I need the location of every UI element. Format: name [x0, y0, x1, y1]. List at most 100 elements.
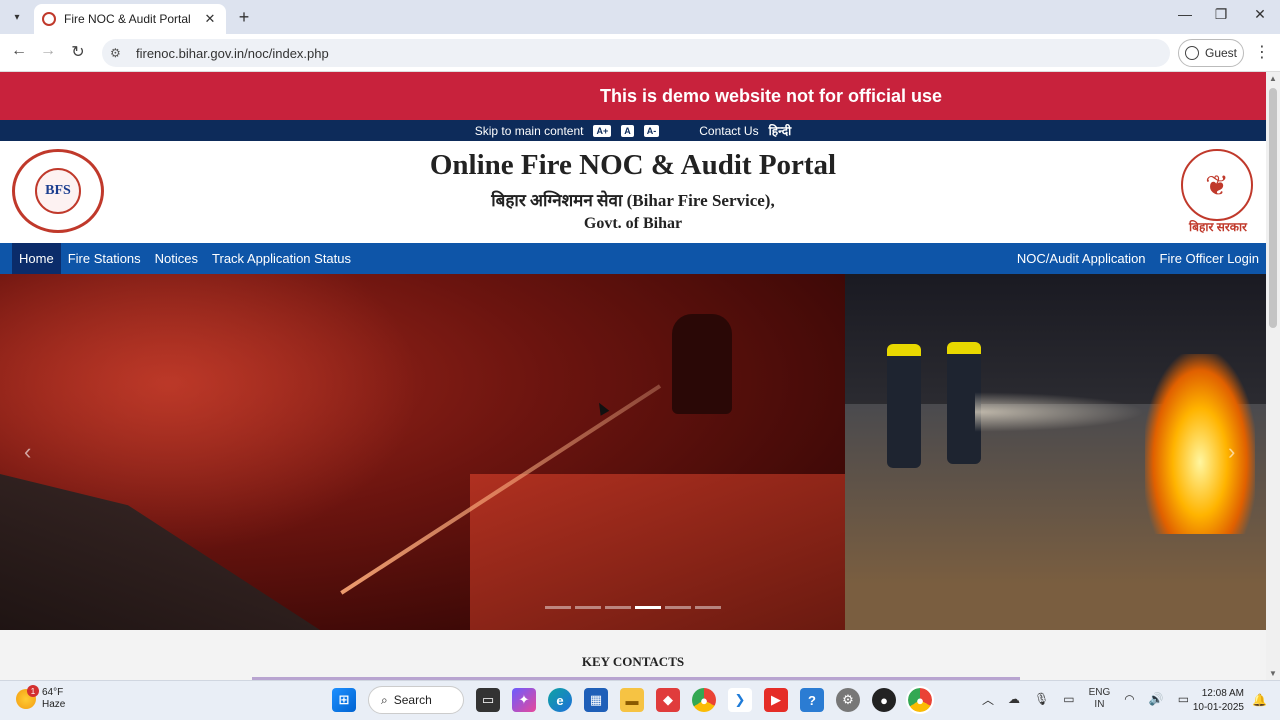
clock-date: 10-01-2025: [1192, 702, 1244, 713]
minimize-button[interactable]: —: [1170, 6, 1200, 22]
portal-title: Online Fire NOC & Audit Portal: [429, 149, 837, 181]
anydesk-icon[interactable]: ◆: [656, 688, 680, 712]
notification-bell-icon[interactable]: 🔔: [1252, 693, 1267, 707]
scroll-up-icon[interactable]: ▲: [1269, 74, 1277, 83]
forward-button[interactable]: →: [37, 42, 59, 60]
help-icon[interactable]: ?: [800, 688, 824, 712]
vscode-icon[interactable]: ❯: [728, 688, 752, 712]
bihar-sarkar-label: बिहार सरकार: [1189, 220, 1247, 234]
carousel-indicator[interactable]: [695, 606, 721, 609]
back-button[interactable]: ←: [8, 42, 30, 60]
wifi-icon[interactable]: ◠: [1124, 692, 1134, 706]
carousel-indicator[interactable]: [665, 606, 691, 609]
weather-temp: 64°F: [42, 687, 64, 698]
firefighting-photo-night: [0, 274, 845, 630]
tab-title: Fire NOC & Audit Portal: [64, 12, 191, 26]
portal-subtitle: बिहार अग्निशमन सेवा (Bihar Fire Service)…: [491, 191, 775, 210]
scroll-down-icon[interactable]: ▼: [1269, 669, 1277, 678]
weather-desc: Haze: [42, 699, 66, 710]
search-icon: ⌕: [381, 692, 388, 707]
browser-tab[interactable]: Fire NOC & Audit Portal ✕: [34, 4, 226, 34]
task-view-icon[interactable]: ▭: [476, 688, 500, 712]
main-navbar: Home Fire Stations Notices Track Applica…: [0, 243, 1266, 274]
chrome-active-icon[interactable]: ●: [906, 686, 934, 714]
site-info-icon[interactable]: ⚙: [110, 46, 130, 60]
tray-overflow-icon[interactable]: ︿: [982, 691, 994, 708]
new-tab-button[interactable]: +: [234, 7, 254, 28]
hero-carousel[interactable]: ‹ ›: [0, 274, 1266, 630]
copilot-icon[interactable]: ✦: [512, 688, 536, 712]
nav-notices[interactable]: Notices: [148, 243, 205, 274]
url-text: firenoc.bihar.gov.in/noc/index.php: [136, 45, 329, 61]
accessibility-bar: Skip to main content A+ A A- Contact Us …: [0, 120, 1266, 141]
browser-tab-bar: ▾ Fire NOC & Audit Portal ✕ + — ❐ ✕: [0, 0, 1280, 34]
fire-flames: [1145, 354, 1255, 534]
tab-close-icon[interactable]: ✕: [202, 11, 218, 27]
taskbar-search[interactable]: ⌕ Search: [368, 686, 464, 714]
restore-button[interactable]: ❐: [1206, 6, 1236, 23]
water-spray: [975, 392, 1145, 432]
github-icon[interactable]: ●: [872, 688, 896, 712]
carousel-prev-icon[interactable]: ‹: [24, 439, 31, 465]
carousel-indicator[interactable]: [575, 606, 601, 609]
youtube-icon[interactable]: ▶: [764, 688, 788, 712]
nav-fire-stations[interactable]: Fire Stations: [61, 243, 148, 274]
settings-gear-icon[interactable]: ⚙: [836, 688, 860, 712]
nav-track-application[interactable]: Track Application Status: [205, 243, 358, 274]
page-viewport: This is demo website not for official us…: [0, 72, 1266, 680]
weather-text: 64°F Haze: [42, 687, 65, 711]
notification-badge: 1: [27, 685, 39, 697]
window-close-button[interactable]: ✕: [1245, 6, 1275, 23]
font-increase-button[interactable]: A+: [593, 124, 612, 137]
carousel-next-icon[interactable]: ›: [1228, 439, 1235, 465]
firefighter-figure: [887, 344, 921, 468]
lang-line2: IN: [1094, 699, 1105, 710]
chrome-icon[interactable]: ●: [692, 688, 716, 712]
store-icon[interactable]: ▦: [584, 688, 608, 712]
scrollbar-thumb[interactable]: [1269, 88, 1277, 328]
nav-fire-officer-login[interactable]: Fire Officer Login: [1153, 243, 1266, 274]
font-normal-button[interactable]: A: [621, 124, 634, 137]
taskbar-clock[interactable]: 12:08 AM 10-01-2025: [1188, 687, 1244, 715]
site-header: BFS Online Fire NOC & Audit Portal बिहार…: [0, 141, 1266, 243]
firefighter-silhouette: [672, 314, 732, 414]
url-input[interactable]: ⚙ firenoc.bihar.gov.in/noc/index.php: [102, 39, 1170, 67]
profile-button[interactable]: Guest: [1178, 39, 1244, 67]
profile-label: Guest: [1204, 46, 1237, 60]
search-label: Search: [393, 693, 432, 707]
windows-start-icon[interactable]: ⊞: [332, 688, 356, 712]
tab-search-icon[interactable]: ▾: [6, 7, 28, 27]
language-indicator[interactable]: ENG IN: [1089, 687, 1111, 711]
tree-emblem-icon: ❦: [1205, 169, 1229, 201]
keyboard-icon[interactable]: ▭: [1063, 692, 1074, 706]
contact-us-link[interactable]: Contact Us: [699, 124, 758, 138]
system-tray: ︿ ☁ 🎙 ▭ ENG IN ◠ 🔊 ▭: [982, 687, 1189, 711]
carousel-indicator-active[interactable]: [635, 606, 661, 609]
edge-icon[interactable]: e: [548, 688, 572, 712]
nav-home[interactable]: Home: [12, 243, 61, 274]
carousel-indicator[interactable]: [545, 606, 571, 609]
profile-avatar-icon: [1184, 46, 1199, 60]
demo-banner: This is demo website not for official us…: [0, 72, 1266, 120]
firefighting-photo-street: [845, 274, 1266, 630]
nav-noc-audit-application[interactable]: NOC/Audit Application: [1010, 243, 1153, 274]
font-decrease-button[interactable]: A-: [643, 124, 660, 137]
onedrive-icon[interactable]: ☁: [1008, 692, 1020, 706]
clock-time: 12:08 AM: [1201, 688, 1244, 699]
page-scrollbar[interactable]: ▲ ▼: [1266, 72, 1280, 680]
file-explorer-icon[interactable]: ▬: [620, 688, 644, 712]
volume-icon[interactable]: 🔊: [1149, 692, 1164, 706]
carousel-indicator[interactable]: [605, 606, 631, 609]
microphone-icon[interactable]: 🎙: [1034, 692, 1049, 706]
reload-button[interactable]: ↻: [67, 42, 89, 62]
address-bar: ← → ↻ ⚙ firenoc.bihar.gov.in/noc/index.p…: [0, 34, 1280, 72]
weather-widget[interactable]: 1 64°F Haze: [16, 685, 65, 711]
bihar-government-logo[interactable]: ❦: [1181, 149, 1253, 221]
site-favicon-icon: [42, 12, 56, 26]
browser-menu-icon[interactable]: ⋮: [1254, 42, 1270, 62]
key-contacts-heading: KEY CONTACTS: [581, 654, 685, 669]
skip-to-content-link[interactable]: Skip to main content: [475, 124, 584, 138]
hindi-language-link[interactable]: हिन्दी: [769, 122, 792, 139]
lang-line1: ENG: [1088, 687, 1111, 698]
carousel-indicators: [545, 606, 721, 609]
